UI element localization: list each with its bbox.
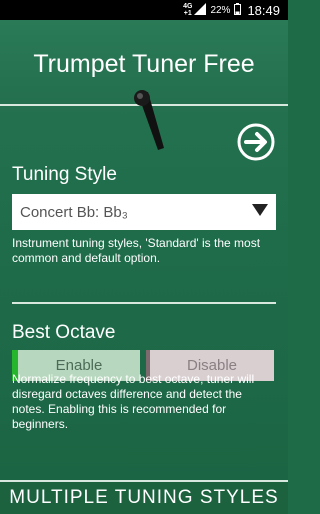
app-screen: Trumpet Tuner Free Tuning Style Concert … xyxy=(0,20,288,514)
tuning-style-value: Concert Bb: Bb₃ xyxy=(20,203,128,221)
promo-banner: MULTIPLE TUNING STYLES xyxy=(0,480,288,514)
tuning-style-help: Instrument tuning styles, 'Standard' is … xyxy=(12,236,261,265)
tuner-needle-icon xyxy=(128,86,168,161)
best-octave-heading-text: Best Octave xyxy=(12,322,116,343)
battery-icon xyxy=(234,2,242,18)
best-octave-heading: Best Octave xyxy=(12,302,116,343)
best-octave-help: Normalize frequency to best octave, tune… xyxy=(12,372,255,431)
dropdown-caret-icon xyxy=(252,203,268,221)
network-type: 4G xyxy=(183,3,193,10)
clock: 18:49 xyxy=(247,2,280,18)
network-sub: +1 xyxy=(183,10,192,17)
app-title: Trumpet Tuner Free xyxy=(33,50,255,78)
tuning-style-heading: Tuning Style xyxy=(12,164,117,185)
battery-percent: 22% xyxy=(210,4,231,16)
arrow-right-circle-icon xyxy=(237,123,275,161)
next-button[interactable] xyxy=(236,122,276,167)
tuning-style-select[interactable]: Concert Bb: Bb₃ xyxy=(12,194,276,230)
network-indicator: 4G +1 xyxy=(183,3,192,17)
signal-icon xyxy=(194,2,207,18)
status-bar: 4G +1 22% 18:49 xyxy=(0,0,288,20)
